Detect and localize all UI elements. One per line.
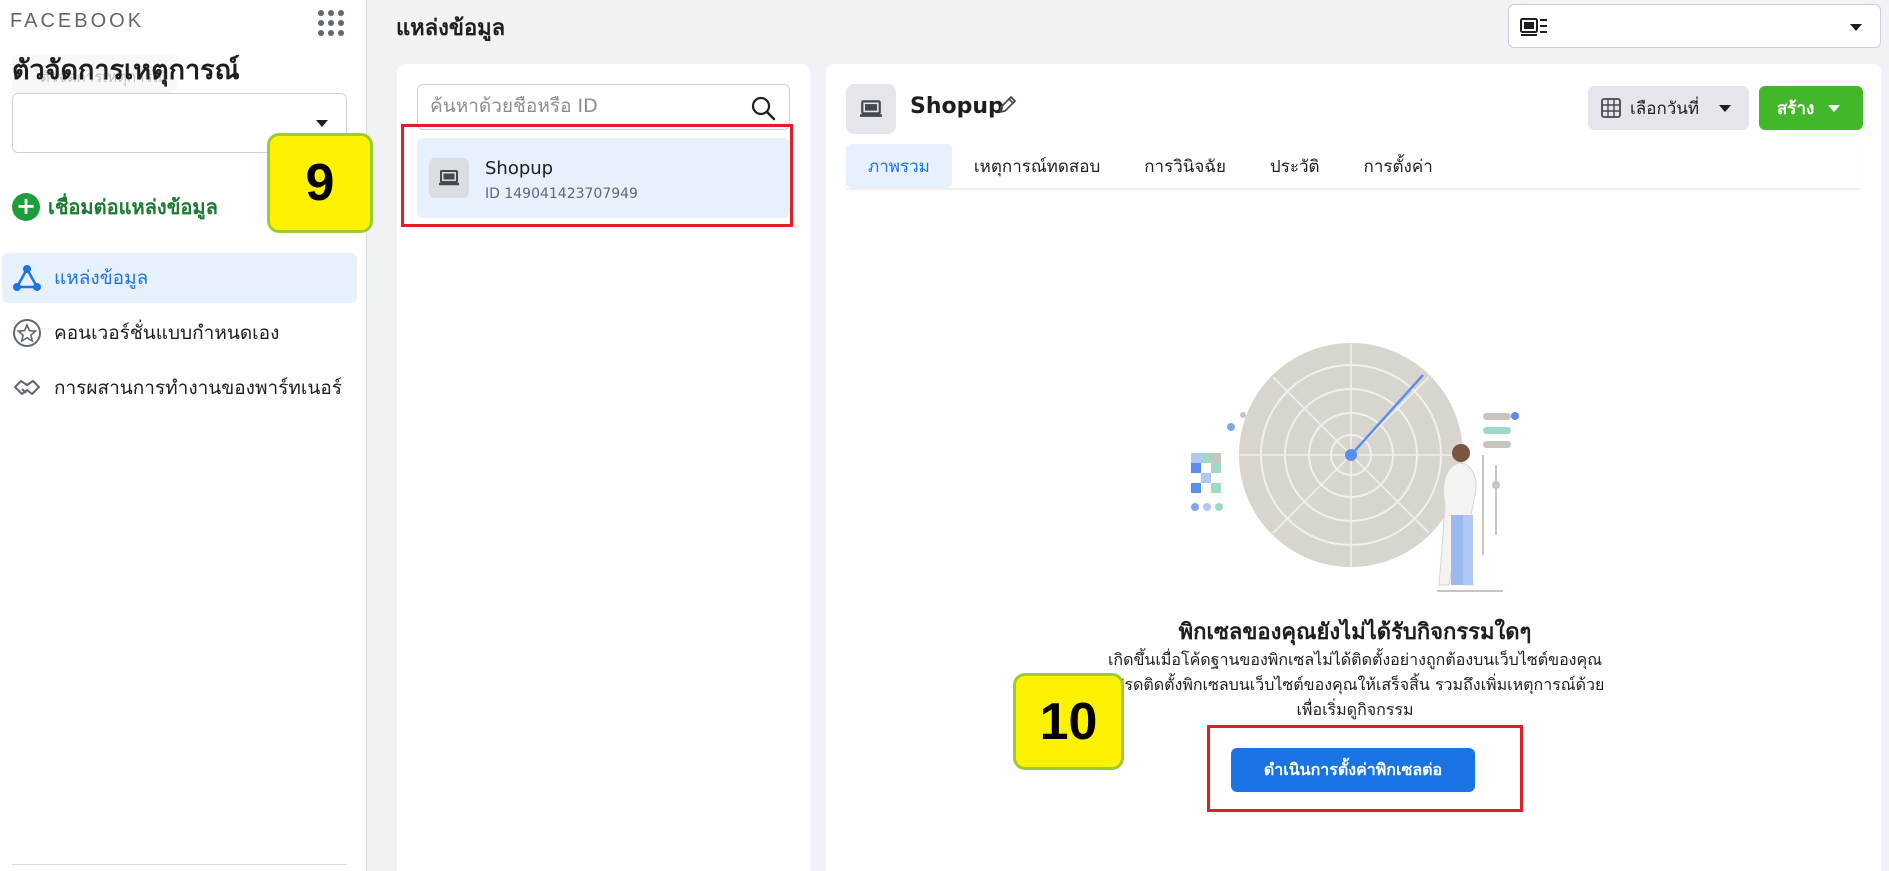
divider [12, 864, 347, 865]
tab-settings[interactable]: การตั้งค่า [1342, 144, 1455, 188]
sidebar-item-label: แหล่งข้อมูล [54, 267, 149, 289]
tab-test-events[interactable]: เหตุการณ์ทดสอบ [952, 144, 1122, 188]
sidebar-item-partner-integrations[interactable]: การผสานการทำงานของพาร์ทเนอร์ [2, 363, 357, 413]
create-label: สร้าง [1777, 98, 1815, 119]
chevron-down-icon [1719, 104, 1732, 112]
data-source-list-panel: Shopup ID 149041423707949 [397, 64, 810, 871]
tab-diagnostics[interactable]: การวินิจฉัย [1122, 144, 1248, 188]
tab-history[interactable]: ประวัติ [1248, 144, 1342, 188]
chevron-down-icon [316, 120, 328, 127]
sidebar-item-label: คอนเวอร์ชั่นแบบกำหนดเอง [54, 322, 280, 344]
search-icon[interactable] [749, 94, 777, 122]
create-button[interactable]: สร้าง [1759, 86, 1863, 130]
calendar-grid-icon [1601, 98, 1621, 118]
search-input[interactable] [430, 95, 730, 117]
empty-state-title: พิกเซลของคุณยังไม่ได้รับกิจกรรมใดๆ [1178, 620, 1532, 645]
step-badge: 9 [267, 133, 373, 233]
pencil-icon[interactable] [996, 94, 1018, 116]
date-range-label: เลือกวันที่ [1630, 98, 1700, 119]
connect-data-source-button[interactable]: + เชื่อมต่อแหล่งข้อมูล [12, 192, 218, 222]
sidebar-item-label: การผสานการทำงานของพาร์ทเนอร์ [54, 377, 342, 399]
business-asset-select[interactable] [1508, 4, 1881, 48]
computer-icon [846, 84, 896, 134]
tab-overview[interactable]: ภาพรวม [846, 144, 952, 188]
plus-circle-icon: + [12, 193, 40, 221]
business-asset-icon [1519, 15, 1549, 39]
chevron-down-icon [1850, 24, 1862, 31]
list-item-data-source[interactable]: Shopup ID 149041423707949 [417, 138, 790, 218]
search-box [417, 84, 790, 130]
app-title: ตัวจัดการเหตุการณ์ [12, 55, 240, 86]
data-source-title: Shopup [910, 94, 1004, 119]
handshake-icon [12, 373, 42, 403]
radar-illustration [1191, 343, 1519, 592]
sidebar-item-custom-conversions[interactable]: คอนเวอร์ชั่นแบบกำหนดเอง [2, 308, 357, 358]
page-title: แหล่งข้อมูล [396, 16, 506, 41]
apps-grid-icon[interactable] [318, 10, 344, 36]
facebook-brand: FACEBOOK [10, 10, 145, 32]
sidebar: FACEBOOK ตัวจัดการเหตุการณ์ ตัวจัดการเหต… [0, 0, 367, 871]
date-range-button[interactable]: เลือกวันที่ [1588, 86, 1749, 130]
data-source-name: Shopup [485, 158, 554, 179]
chevron-down-icon [1828, 104, 1841, 112]
connect-data-source-label: เชื่อมต่อแหล่งข้อมูล [48, 195, 218, 219]
empty-state-description: เกิดขึ้นเมื่อโค้ดฐานของพิกเซลไม่ได้ติดตั… [1105, 650, 1605, 719]
sidebar-item-data-sources[interactable]: แหล่งข้อมูล [2, 253, 357, 303]
continue-pixel-setup-button[interactable]: ดำเนินการตั้งค่าพิกเซลต่อ [1231, 748, 1475, 792]
data-source-id: ID 149041423707949 [485, 186, 638, 202]
step-badge: 10 [1013, 673, 1124, 770]
data-sources-icon [12, 263, 42, 293]
tab-bar: ภาพรวม เหตุการณ์ทดสอบ การวินิจฉัย ประวัต… [846, 144, 1861, 188]
star-circle-icon [12, 318, 42, 348]
computer-icon [429, 158, 469, 198]
